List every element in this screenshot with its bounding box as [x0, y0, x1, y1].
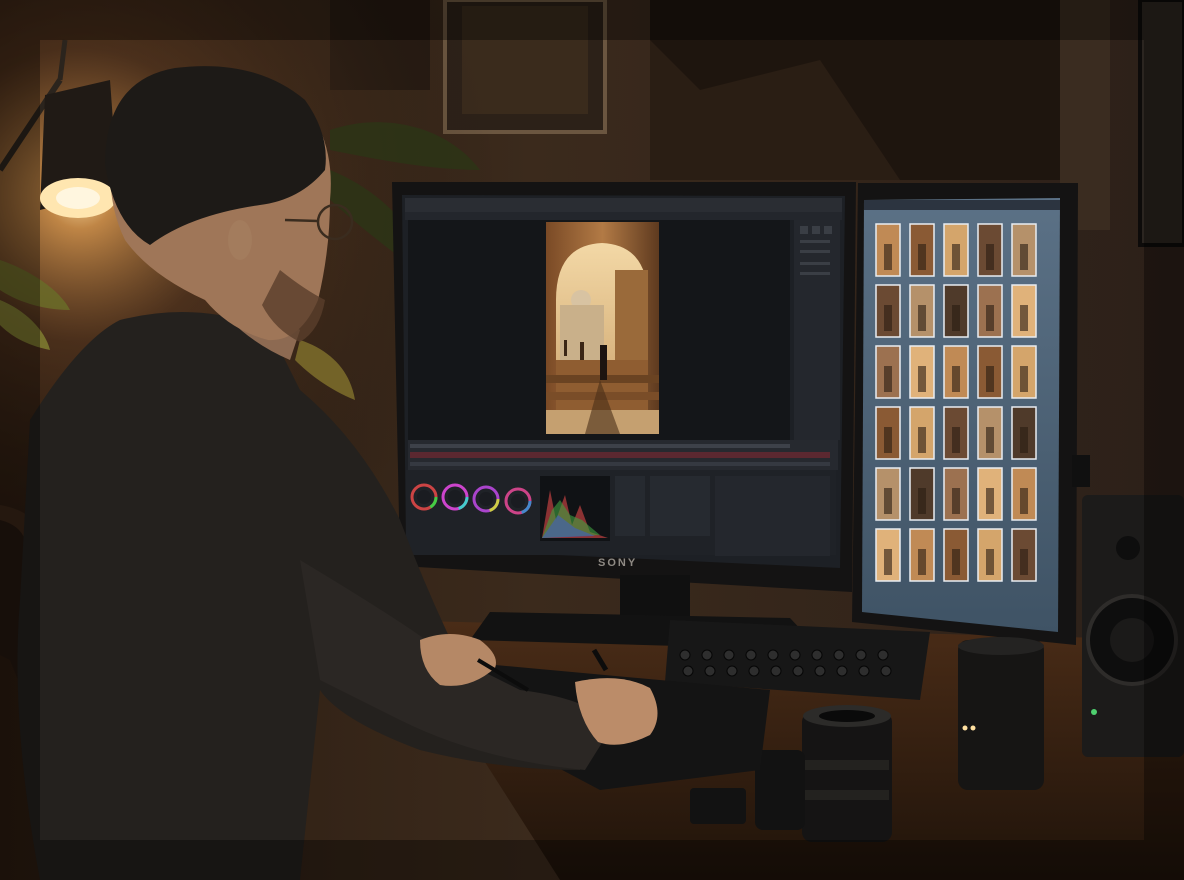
viewer-image: [546, 222, 659, 434]
photo-scene: SONY: [0, 0, 1184, 880]
thumbnail-figure: [1020, 366, 1028, 392]
coffee-mug: [958, 637, 1044, 790]
control-knob[interactable]: [792, 665, 804, 677]
thumbnail-figure: [918, 488, 926, 514]
control-knob[interactable]: [682, 665, 694, 677]
thumbnail-figure: [884, 488, 892, 514]
thumbnail-figure: [884, 366, 892, 392]
control-knob[interactable]: [679, 649, 691, 661]
histogram-scope: [540, 476, 610, 541]
control-knob[interactable]: [811, 649, 823, 661]
thumbnail-figure: [952, 366, 960, 392]
control-knob[interactable]: [858, 665, 870, 677]
control-knob[interactable]: [880, 665, 892, 677]
thumbnail-figure: [918, 427, 926, 453]
control-knob[interactable]: [836, 665, 848, 677]
thumbnail-figure: [986, 549, 994, 575]
small-lens: [755, 750, 805, 830]
thumbnail-figure: [986, 488, 994, 514]
thumbnail-figure: [986, 427, 994, 453]
control-knob[interactable]: [855, 649, 867, 661]
control-knob[interactable]: [704, 665, 716, 677]
control-knob[interactable]: [748, 665, 760, 677]
control-knob[interactable]: [745, 649, 757, 661]
control-knob[interactable]: [767, 649, 779, 661]
thumbnail-figure: [884, 549, 892, 575]
control-knob[interactable]: [701, 649, 713, 661]
thumbnail-figure: [884, 305, 892, 331]
thumbnail-figure: [952, 488, 960, 514]
control-knob[interactable]: [723, 649, 735, 661]
control-knob[interactable]: [877, 649, 889, 661]
thumbnail-figure: [986, 244, 994, 270]
thumbnail-figure: [918, 244, 926, 270]
thumbnail-figure: [918, 305, 926, 331]
monitor-brand: SONY: [598, 557, 637, 569]
thumbnail-figure: [952, 244, 960, 270]
thumbnail-figure: [986, 305, 994, 331]
control-knob[interactable]: [770, 665, 782, 677]
thumbnail-figure: [986, 366, 994, 392]
thumbnail-figure: [1020, 549, 1028, 575]
thumbnail-figure: [952, 427, 960, 453]
control-knob[interactable]: [833, 649, 845, 661]
thumbnail-figure: [918, 549, 926, 575]
control-knob[interactable]: [726, 665, 738, 677]
control-knob[interactable]: [789, 649, 801, 661]
thumbnail-figure: [884, 427, 892, 453]
thumbnail-figure: [918, 366, 926, 392]
thumbnail-figure: [1020, 244, 1028, 270]
thumbnail-figure: [952, 549, 960, 575]
thumbnail-figure: [1020, 427, 1028, 453]
thumbnail-figure: [952, 305, 960, 331]
thumbnail-figure: [884, 244, 892, 270]
thumbnail-figure: [1020, 488, 1028, 514]
scene-svg: SONY: [0, 0, 1184, 880]
control-knob[interactable]: [814, 665, 826, 677]
thumbnail-figure: [1020, 305, 1028, 331]
card-reader: [690, 788, 746, 824]
right-monitor: [852, 183, 1090, 645]
camera-lens: [802, 705, 892, 842]
